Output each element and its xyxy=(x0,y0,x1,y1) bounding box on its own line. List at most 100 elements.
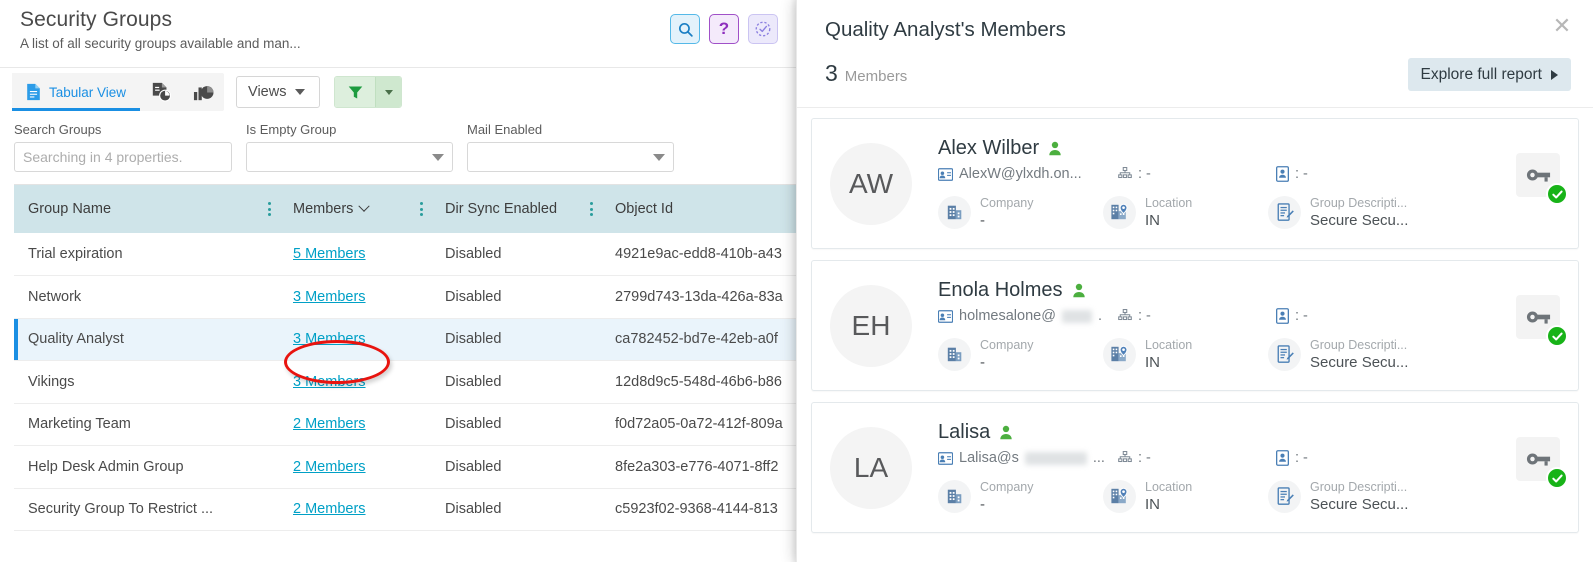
filter-bar: Search Groups Searching in 4 properties.… xyxy=(0,116,800,182)
org-hierarchy-icon xyxy=(1118,167,1132,179)
table-row[interactable]: Quality Analyst 3 Members Disabled ca782452… xyxy=(14,318,800,361)
cell-dir-sync: Disabled xyxy=(431,445,601,489)
object-id-text: 4921e9ac-edd8-410b-a43 xyxy=(615,246,782,262)
avatar: EH xyxy=(830,284,912,367)
table-row[interactable]: Marketing Team 2 Members Disabled f0d72a05-… xyxy=(14,403,800,446)
email-cell: AlexW@ylxdh.on... xyxy=(938,166,1118,182)
column-menu-dir-sync[interactable] xyxy=(590,202,593,216)
table-row[interactable]: Help Desk Admin Group 2 Members Disabled 8f… xyxy=(14,445,800,489)
column-header-group-name[interactable]: Group Name xyxy=(14,185,279,233)
filter-button-group xyxy=(334,76,403,108)
members-link[interactable]: 5 Members xyxy=(293,246,366,262)
views-dropdown-button[interactable]: Views xyxy=(236,76,321,108)
filter-dropdown-button[interactable] xyxy=(375,77,402,107)
search-groups-input[interactable]: Searching in 4 properties. xyxy=(14,142,232,172)
contact-card-icon xyxy=(938,167,953,181)
avatar: AW xyxy=(830,142,912,225)
side-panel-title: Quality Analyst's Members xyxy=(825,18,1066,41)
group-name-text: Help Desk Admin Group xyxy=(28,458,184,475)
check-icon xyxy=(1551,332,1563,340)
manager-value: : - xyxy=(1138,308,1151,324)
member-details: Enola Holmes holmesalone@.: -: - Company - L… xyxy=(938,279,1578,372)
tab-tabular-view[interactable]: Tabular View xyxy=(12,73,141,111)
chevron-down-icon xyxy=(295,89,306,95)
members-count: 3 xyxy=(825,60,838,86)
main-content-area: Security Groups A list of all security g… xyxy=(0,0,800,562)
cell-object-id: 2799d743-13da-426a-83a xyxy=(601,275,800,319)
member-card[interactable]: AW Alex Wilber AlexW@ylxdh.on...: -: - Comp… xyxy=(811,118,1579,249)
table-row[interactable]: Vikings 3 Members Disabled 12d8d9c5-548d-46… xyxy=(14,360,800,404)
cell-members: 3 Members xyxy=(279,360,431,404)
table-row[interactable]: Trial expiration 5 Members Disabled 4921e9a… xyxy=(14,233,800,276)
column-header-dir-sync-label: Dir Sync Enabled xyxy=(445,201,558,217)
is-empty-group-select[interactable] xyxy=(246,142,453,172)
mail-enabled-label: Mail Enabled xyxy=(467,122,543,137)
members-link[interactable]: 2 Members xyxy=(293,501,366,517)
member-name: Lalisa xyxy=(938,421,991,443)
members-link[interactable]: 2 Members xyxy=(293,416,366,432)
members-link[interactable]: 3 Members xyxy=(293,331,366,347)
company-attribute: Company - xyxy=(938,478,1103,514)
redacted-email-mask xyxy=(1024,451,1087,465)
company-attribute: Company - xyxy=(938,194,1103,230)
sort-chevron-down-icon[interactable] xyxy=(358,200,371,212)
column-header-members[interactable]: Members xyxy=(279,185,431,233)
mail-enabled-select[interactable] xyxy=(467,142,674,172)
group-description-value: Secure Secu... xyxy=(1310,354,1409,371)
chevron-down-icon xyxy=(384,89,393,95)
id-badge-icon xyxy=(1276,308,1289,324)
chart-view-icon-button[interactable] xyxy=(182,73,224,111)
group-description-icon xyxy=(1277,486,1294,505)
member-card[interactable]: LA Lalisa Lalisa@s...: -: - Company - Locatio… xyxy=(811,402,1579,533)
member-primary-info: holmesalone@.: -: - xyxy=(938,308,1578,324)
members-link[interactable]: 3 Members xyxy=(293,374,366,390)
employee-id-value: : - xyxy=(1295,308,1308,324)
group-name-text: Security Group To Restrict ... xyxy=(28,501,214,518)
view-toolbar: Tabular View Views xyxy=(0,68,800,116)
location-building-icon xyxy=(1111,487,1128,504)
help-icon-button[interactable]: ? xyxy=(709,14,739,44)
object-id-text: 2799d743-13da-426a-83a xyxy=(615,288,783,305)
explore-full-report-button[interactable]: Explore full report xyxy=(1407,58,1571,91)
group-name-text: Marketing Team xyxy=(28,416,131,433)
employee-id-cell: : - xyxy=(1276,308,1308,324)
filter-icon-button[interactable] xyxy=(335,77,376,107)
table-row[interactable]: Security Group To Restrict ... 2 Members D… xyxy=(14,488,800,531)
member-email: Lalisa@s xyxy=(959,450,1019,466)
member-status xyxy=(1516,153,1568,205)
member-card[interactable]: EH Enola Holmes holmesalone@.: -: - Company… xyxy=(811,260,1579,391)
object-id-text: f0d72a05-0a72-412f-809a xyxy=(615,416,783,433)
members-link[interactable]: 2 Members xyxy=(293,459,366,475)
table-row[interactable]: Network 3 Members Disabled 2799d743-13da-42… xyxy=(14,275,800,319)
dir-sync-text: Disabled xyxy=(445,458,502,475)
column-header-dir-sync-enabled[interactable]: Dir Sync Enabled xyxy=(431,185,601,233)
views-dropdown-label: Views xyxy=(248,84,287,100)
member-attributes: Company - Location IN Group Descripti... Secu… xyxy=(938,194,1578,230)
contact-card-icon xyxy=(938,451,953,465)
member-name: Alex Wilber xyxy=(938,137,1040,159)
table-header-row: Group Name Members Dir Sync Enabled Obje… xyxy=(14,185,800,233)
column-header-object-id[interactable]: Object Id xyxy=(601,185,800,233)
close-icon[interactable]: ✕ xyxy=(1551,15,1573,38)
org-hierarchy-icon xyxy=(1118,451,1132,463)
column-menu-group-name[interactable] xyxy=(268,202,271,216)
members-count-label: Members xyxy=(844,68,908,85)
cell-dir-sync: Disabled xyxy=(431,403,601,446)
column-menu-members[interactable] xyxy=(420,202,423,216)
cell-dir-sync: Disabled xyxy=(431,360,601,404)
groups-table-wrapper: Group Name Members Dir Sync Enabled Obje… xyxy=(14,184,800,531)
object-id-text: 12d8d9c5-548d-46b6-b86 xyxy=(615,373,782,390)
members-link[interactable]: 3 Members xyxy=(293,289,366,305)
chart-view-icon xyxy=(193,86,214,101)
member-details: Alex Wilber AlexW@ylxdh.on...: -: - Compan… xyxy=(938,137,1578,230)
building-icon-bubble xyxy=(938,479,971,513)
dir-sync-text: Disabled xyxy=(445,501,502,518)
export-report-icon-button[interactable] xyxy=(140,73,182,111)
member-name-row: Lalisa xyxy=(938,421,1578,444)
group-name-text: Trial expiration xyxy=(28,246,123,262)
table-body: Trial expiration 5 Members Disabled 4921e9a… xyxy=(14,233,800,531)
cell-dir-sync: Disabled xyxy=(431,233,601,276)
search-icon-button[interactable] xyxy=(670,14,700,44)
history-icon-button[interactable] xyxy=(748,14,778,44)
company-label: Company xyxy=(980,480,1034,494)
